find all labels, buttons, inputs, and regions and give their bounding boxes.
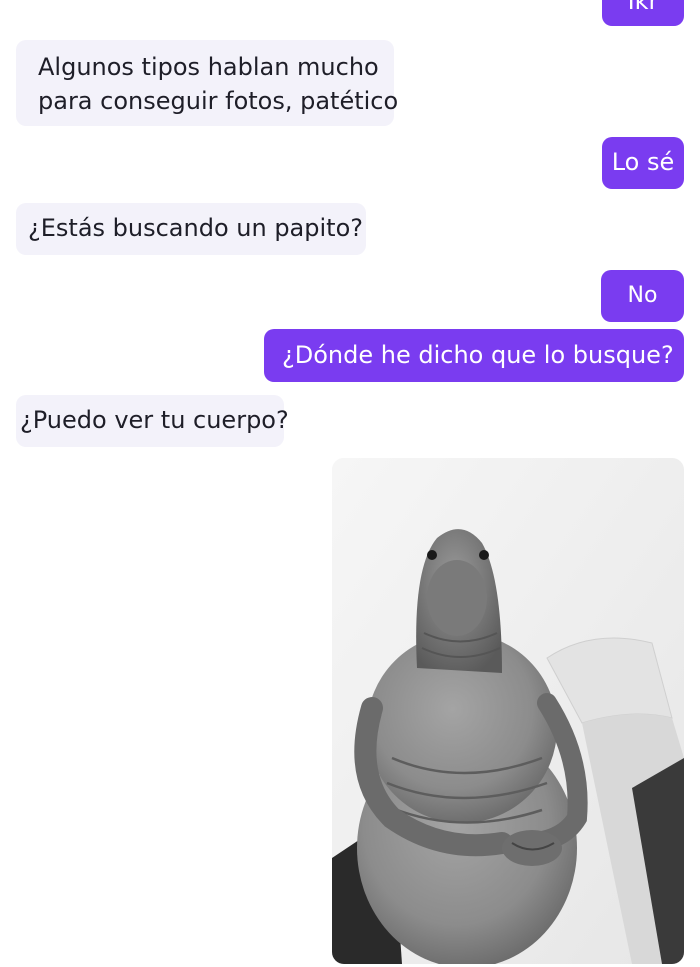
outgoing-message[interactable]: ¿Dónde he dicho que lo busque?: [264, 329, 684, 382]
message-text-line: para conseguir fotos, patético: [38, 87, 399, 115]
message-text: ¿Puedo ver tu cuerpo?: [20, 406, 289, 434]
message-text: Lo sé: [611, 148, 675, 176]
photo-message[interactable]: [332, 458, 684, 964]
message-text: ¿Estás buscando un papito?: [28, 214, 363, 242]
message-text: ¿Dónde he dicho que lo busque?: [282, 341, 674, 369]
message-text: No: [627, 283, 658, 308]
message-text: Ikr: [627, 0, 659, 15]
incoming-message[interactable]: Algunos tipos hablan mucho para consegui…: [16, 40, 399, 126]
outgoing-message[interactable]: No: [601, 270, 684, 322]
chat-thread: Ikr Algunos tipos hablan mucho para cons…: [0, 0, 700, 967]
outgoing-message[interactable]: Ikr: [602, 0, 684, 26]
creature-photo: [332, 458, 684, 964]
outgoing-message[interactable]: Lo sé: [602, 137, 684, 189]
message-text-line: Algunos tipos hablan mucho: [38, 53, 379, 81]
incoming-message[interactable]: ¿Puedo ver tu cuerpo?: [16, 395, 289, 447]
incoming-message[interactable]: ¿Estás buscando un papito?: [16, 203, 366, 255]
